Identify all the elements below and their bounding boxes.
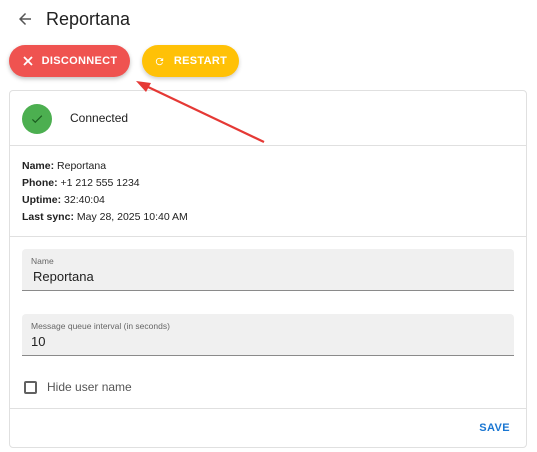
connection-card: Connected Name: Reportana Phone: +1 212 … (9, 90, 527, 448)
check-icon (31, 115, 43, 124)
back-button[interactable] (14, 8, 36, 30)
divider (10, 408, 526, 409)
status-row: Connected (10, 91, 526, 146)
hide-user-checkbox[interactable] (24, 380, 37, 394)
divider (10, 236, 526, 237)
status-text: Connected (70, 111, 129, 125)
arrow-left-icon (19, 13, 31, 25)
name-input[interactable] (33, 269, 503, 284)
queue-interval-label: Message queue interval (in seconds) (31, 321, 170, 331)
info-phone: Phone: +1 212 555 1234 (22, 177, 140, 189)
restart-button[interactable]: RESTART (142, 45, 239, 77)
name-field[interactable]: Name (22, 249, 514, 291)
page-title: Reportana (46, 8, 131, 29)
name-field-label: Name (31, 256, 54, 266)
save-button[interactable]: SAVE (479, 422, 510, 434)
connection-info: Name: Reportana Phone: +1 212 555 1234 U… (22, 158, 188, 226)
disconnect-label: DISCONNECT (41, 55, 118, 67)
status-indicator (22, 104, 52, 134)
restart-label: RESTART (173, 55, 228, 67)
page-header: Reportana (14, 6, 130, 32)
hide-user-row[interactable]: Hide user name (24, 379, 132, 395)
close-icon (22, 55, 34, 67)
info-name: Name: Reportana (22, 160, 107, 172)
disconnect-button[interactable]: DISCONNECT (9, 45, 130, 77)
info-last-sync: Last sync: May 28, 2025 10:40 AM (22, 211, 188, 223)
info-uptime: Uptime: 32:40:04 (22, 194, 105, 206)
hide-user-label: Hide user name (47, 380, 132, 394)
refresh-icon (154, 55, 166, 67)
queue-interval-input[interactable] (31, 334, 501, 349)
queue-interval-field[interactable]: Message queue interval (in seconds) (22, 314, 514, 356)
